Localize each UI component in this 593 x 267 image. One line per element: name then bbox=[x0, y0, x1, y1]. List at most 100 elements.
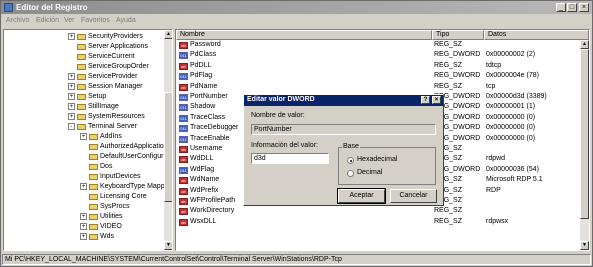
folder-icon bbox=[89, 194, 98, 200]
value-data: Microsoft RDP 5.1 bbox=[486, 176, 543, 184]
tree-item[interactable]: DefaultUserConfigur bbox=[4, 152, 164, 162]
tree-item[interactable]: - Terminal Server bbox=[4, 122, 162, 132]
scroll-thumb[interactable] bbox=[164, 92, 172, 202]
menu-archivo[interactable]: Archivo bbox=[6, 17, 29, 24]
decimal-radio[interactable] bbox=[347, 170, 354, 177]
hex-radio-dot bbox=[349, 159, 352, 162]
tree-item-label: DefaultUserConfigur bbox=[100, 153, 164, 160]
menu-edicion[interactable]: Edición bbox=[36, 17, 59, 24]
tree-item-label: StillImage bbox=[88, 103, 119, 110]
value-data: rdpwd bbox=[486, 155, 506, 163]
tree-item[interactable]: + Setup bbox=[4, 92, 162, 102]
tree-item[interactable]: AuthorizedApplicatio bbox=[4, 142, 164, 152]
dialog-close-button[interactable]: × bbox=[432, 96, 441, 104]
tree-item[interactable]: SysProcs bbox=[4, 202, 162, 212]
expand-icon[interactable]: + bbox=[80, 223, 87, 230]
menu-ver[interactable]: Ver bbox=[64, 17, 75, 24]
hex-radio-label[interactable]: Hexadecimal bbox=[357, 156, 397, 163]
value-name: TraceClass bbox=[190, 113, 226, 121]
column-header-data[interactable]: Datos bbox=[484, 30, 589, 40]
tree-item[interactable]: + Wds bbox=[4, 232, 162, 242]
scroll-down-button[interactable]: ▼ bbox=[164, 241, 172, 250]
accept-button[interactable]: Aceptar bbox=[337, 188, 386, 204]
value-row[interactable]: ab PdDLL REG_SZ tdtcp bbox=[176, 62, 579, 72]
hex-radio[interactable] bbox=[347, 157, 354, 164]
list-scroll-thumb[interactable] bbox=[580, 49, 589, 219]
list-scroll-down-button[interactable]: ▼ bbox=[580, 241, 589, 250]
tree-item[interactable]: + ServiceProvider bbox=[4, 72, 162, 82]
value-data-input[interactable]: d3d bbox=[251, 153, 329, 164]
value-name: WdPrefix bbox=[190, 186, 219, 194]
tree-item[interactable]: + Session Manager bbox=[4, 82, 162, 92]
value-row[interactable]: 011 PdFlag REG_DWORD 0x0000004e (78) bbox=[176, 72, 579, 82]
folder-icon bbox=[77, 114, 86, 120]
column-header-type[interactable]: Tipo bbox=[432, 30, 484, 40]
tree-item[interactable]: + Utilities bbox=[4, 212, 162, 222]
binary-value-icon: 011 bbox=[179, 114, 188, 122]
expand-icon[interactable]: + bbox=[68, 33, 75, 40]
tree-item[interactable]: + SecurityProviders bbox=[4, 32, 162, 42]
value-data: 0x00000001 (1) bbox=[486, 103, 536, 111]
cancel-button[interactable]: Cancelar bbox=[390, 189, 437, 203]
value-name: PortNumber bbox=[190, 93, 228, 100]
base-group-label: Base bbox=[342, 143, 360, 150]
expand-icon[interactable]: + bbox=[68, 93, 75, 100]
binary-value-icon: 011 bbox=[179, 73, 188, 81]
expand-icon[interactable]: + bbox=[68, 73, 75, 80]
tree-item-label: Server Applications bbox=[88, 43, 148, 50]
expand-icon[interactable]: + bbox=[80, 233, 87, 240]
tree-item[interactable]: Licensing Core bbox=[4, 192, 162, 202]
tree-item[interactable]: + AddIns bbox=[4, 132, 162, 142]
value-data: tcp bbox=[486, 82, 496, 90]
expand-icon[interactable]: + bbox=[80, 183, 87, 190]
value-row[interactable]: ab PdName REG_SZ tcp bbox=[176, 83, 579, 93]
maximize-button[interactable]: □ bbox=[567, 3, 577, 12]
tree-scrollbar[interactable]: ▲ ▼ bbox=[164, 30, 172, 250]
value-row[interactable]: ab WsxDLL REG_SZ rdpwsx bbox=[176, 218, 579, 228]
tree-item[interactable]: Dos bbox=[4, 162, 162, 172]
tree-item-label: Dos bbox=[100, 163, 113, 170]
expand-icon[interactable]: + bbox=[68, 113, 75, 120]
tree-item[interactable]: ServiceCurrent bbox=[4, 52, 162, 62]
menu-ayuda[interactable]: Ayuda bbox=[116, 17, 136, 24]
tree-item[interactable]: InputDevices bbox=[4, 172, 162, 182]
value-row[interactable]: 011 PdClass REG_DWORD 0x00000002 (2) bbox=[176, 51, 579, 61]
list-scroll-up-button[interactable]: ▲ bbox=[580, 40, 589, 49]
folder-icon bbox=[89, 144, 98, 150]
tree-item-label: Wds bbox=[100, 233, 114, 240]
menu-favoritos[interactable]: Favoritos bbox=[81, 17, 110, 24]
tree-item-label: Setup bbox=[88, 93, 107, 100]
tree-item[interactable]: + VIDEO bbox=[4, 222, 162, 232]
expand-icon[interactable]: + bbox=[80, 133, 87, 140]
close-button[interactable]: × bbox=[579, 3, 589, 12]
list-scrollbar[interactable]: ▲ ▼ bbox=[580, 40, 589, 250]
expand-icon[interactable]: + bbox=[68, 83, 75, 90]
tree-item[interactable]: ServiceGroupOrder bbox=[4, 62, 162, 72]
string-value-icon: ab bbox=[179, 208, 188, 216]
string-value-icon: ab bbox=[179, 42, 188, 49]
minimize-button[interactable]: _ bbox=[556, 3, 566, 12]
tree-item[interactable]: + KeyboardType Mapp bbox=[4, 182, 165, 192]
column-header-name[interactable]: Nombre bbox=[176, 30, 432, 40]
tree-item-label: Session Manager bbox=[88, 83, 143, 90]
scroll-up-button[interactable]: ▲ bbox=[164, 30, 172, 39]
decimal-radio-label[interactable]: Decimal bbox=[357, 169, 382, 176]
dialog-help-button[interactable]: ? bbox=[421, 96, 430, 104]
value-row[interactable]: ab Password REG_SZ bbox=[176, 41, 579, 51]
tree-item[interactable]: Server Applications bbox=[4, 42, 162, 52]
dialog-title-bar[interactable]: Editar valor DWORD ? × bbox=[244, 95, 443, 106]
value-type: REG_SZ bbox=[434, 207, 463, 215]
tree-item[interactable]: + StillImage bbox=[4, 102, 162, 112]
collapse-icon[interactable]: - bbox=[68, 123, 75, 130]
expand-icon[interactable]: + bbox=[68, 103, 75, 110]
dialog-title: Editar valor DWORD bbox=[247, 96, 315, 103]
tree-item[interactable]: + SystemResources bbox=[4, 112, 162, 122]
value-name-label: Nombre de valor: bbox=[251, 112, 305, 119]
value-row[interactable]: ab WorkDirectory REG_SZ bbox=[176, 207, 579, 217]
title-bar[interactable]: Editor del Registro _ □ × bbox=[1, 1, 592, 14]
expand-icon[interactable]: + bbox=[80, 213, 87, 220]
folder-icon bbox=[77, 44, 86, 50]
value-data: 0x00000000 (0) bbox=[486, 113, 536, 121]
key-tree-panel[interactable]: + SecurityProviders Server Applications Ser… bbox=[3, 29, 173, 251]
value-type: REG_SZ bbox=[434, 61, 463, 69]
